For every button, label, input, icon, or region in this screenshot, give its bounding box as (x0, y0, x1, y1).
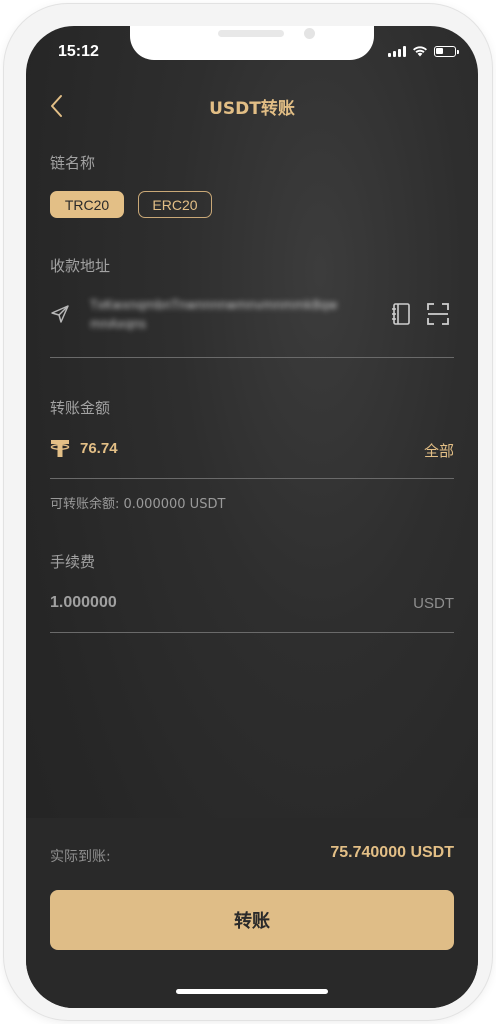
fee-value: 1.000000 (50, 594, 117, 611)
camera (304, 28, 315, 39)
home-indicator (176, 989, 328, 994)
speaker (218, 30, 284, 37)
address-book-icon[interactable] (390, 302, 412, 326)
app-screen: 15:12 USDT转账 链名称 TRC20 ERC20 收款地址 TxKwxn… (26, 26, 478, 1008)
chain-option-erc20[interactable]: ERC20 (138, 191, 212, 218)
address-field[interactable]: TxKwxnqmbnTnwnnnnwmnvmnmmk8qwmnAxqns (50, 294, 454, 344)
amount-field[interactable]: 76.74 全部 (50, 434, 454, 464)
address-label: 收款地址 (50, 257, 111, 275)
chain-option-trc20[interactable]: TRC20 (50, 191, 124, 218)
amount-label: 转账金额 (50, 399, 111, 417)
actual-amount-value: 75.740000 USDT (330, 844, 454, 861)
phone-frame: 15:12 USDT转账 链名称 TRC20 ERC20 收款地址 TxKwxn… (4, 4, 492, 1020)
actual-amount-label: 实际到账: (50, 849, 111, 865)
wifi-icon (413, 46, 427, 57)
page-title: USDT转账 (209, 99, 295, 119)
fee-label: 手续费 (50, 553, 96, 571)
chain-label: 链名称 (50, 154, 96, 172)
battery-level (436, 47, 443, 54)
scan-icon[interactable] (426, 302, 450, 326)
address-divider (50, 357, 454, 358)
amount-value[interactable]: 76.74 (80, 440, 118, 457)
fee-divider (50, 632, 454, 633)
send-icon (51, 305, 69, 323)
notch (130, 26, 374, 60)
amount-divider (50, 478, 454, 479)
transfer-button[interactable]: 转账 (50, 890, 454, 950)
all-button[interactable]: 全部 (424, 440, 454, 461)
battery-icon (434, 45, 459, 57)
status-time: 15:12 (58, 43, 99, 60)
nav-bar: USDT转账 (26, 88, 478, 124)
tether-icon (50, 440, 70, 457)
available-balance: 可转账余额: 0.000000 USDT (50, 497, 226, 512)
address-value[interactable]: TxKwxnqmbnTnwnnnnwmnvmnmmk8qwmnAxqns (90, 296, 340, 334)
summary-panel: 实际到账: 75.740000 USDT 转账 (26, 818, 478, 1008)
status-icons (388, 45, 459, 57)
signal-icon (388, 45, 406, 57)
fee-unit: USDT (413, 595, 454, 612)
